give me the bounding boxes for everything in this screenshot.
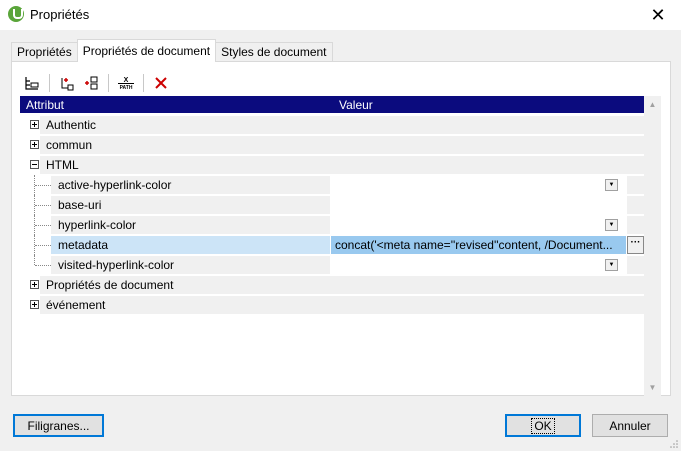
toolbar: X PATH [22,72,171,94]
expand-plus-icon[interactable] [30,300,39,309]
toolbar-separator [49,74,50,92]
extra-cell [627,256,644,274]
tree-line [34,255,35,265]
xpath-icon-label: PATH [120,85,133,91]
extra-cell [627,216,644,234]
tree-view-icon[interactable] [22,73,42,93]
ok-button[interactable]: OK [505,414,581,437]
value-cell[interactable] [331,256,626,274]
row-label: Propriétés de document [46,278,174,292]
row-label: HTML [46,158,79,172]
value-cell[interactable] [331,196,626,214]
ellipsis-button[interactable]: ··· [627,236,644,254]
value-cell[interactable] [331,216,626,234]
row-metadata[interactable]: metadata concat('<meta name=''revised''c… [20,235,644,255]
scroll-down-icon[interactable]: ▼ [644,379,661,396]
toolbar-separator [108,74,109,92]
tab-styles-de-document[interactable]: Styles de document [215,42,333,62]
title-bar: Propriétés ✕ [0,0,681,30]
row-visited-hyperlink-color[interactable]: visited-hyperlink-color ▼ [20,255,644,275]
row-proprietes-de-document[interactable]: Propriétés de document [20,275,644,295]
row-label: commun [46,138,93,152]
attr-cell [40,116,644,134]
tab-proprietes[interactable]: Propriétés [11,42,78,62]
row-label: hyperlink-color [58,218,137,232]
close-button[interactable]: ✕ [635,0,681,30]
tab-panel: X PATH Attribut Valeur ▲ ▼ Authentic com… [11,61,671,396]
row-active-hyperlink-color[interactable]: active-hyperlink-color ▼ [20,175,644,195]
dialog-body: Propriétés Propriétés de document Styles… [0,30,681,451]
expand-plus-icon[interactable] [30,120,39,129]
xpath-icon[interactable]: X PATH [116,73,136,93]
row-label: visited-hyperlink-color [58,258,175,272]
grid-rows: Authentic commun HTML active-hyperlink-c… [20,115,644,315]
annuler-button[interactable]: Annuler [592,414,668,437]
row-label: active-hyperlink-color [58,178,172,192]
extra-cell [627,196,644,214]
scroll-up-icon[interactable]: ▲ [644,96,661,113]
window-title: Propriétés [30,7,90,22]
tab-proprietes-de-document[interactable]: Propriétés de document [76,39,217,62]
collapse-minus-icon[interactable] [30,160,39,169]
dropdown-arrow-icon[interactable]: ▼ [605,259,618,271]
dropdown-arrow-icon[interactable]: ▼ [605,219,618,231]
app-icon [8,6,24,22]
row-commun[interactable]: commun [20,135,644,155]
attr-cell [40,296,644,314]
header-valeur: Valeur [339,98,373,112]
dropdown-arrow-icon[interactable]: ▼ [605,179,618,191]
row-evenement[interactable]: événement [20,295,644,315]
expand-plus-icon[interactable] [30,280,39,289]
row-label: événement [46,298,106,312]
filigranes-button[interactable]: Filigranes... [13,414,104,437]
toolbar-separator [143,74,144,92]
row-base-uri[interactable]: base-uri [20,195,644,215]
metadata-value[interactable]: concat('<meta name=''revised''content, /… [335,238,625,252]
resize-grip-icon[interactable] [669,439,679,449]
expand-plus-icon[interactable] [30,140,39,149]
row-label: base-uri [58,198,102,212]
attr-cell [40,136,644,154]
add-child-icon[interactable] [57,73,77,93]
extra-cell [627,176,644,194]
svg-text:X: X [124,77,129,84]
row-label: Authentic [46,118,97,132]
attr-cell [40,156,644,174]
row-label: metadata [58,238,109,252]
value-cell[interactable] [331,176,626,194]
add-sibling-icon[interactable] [81,73,101,93]
delete-icon[interactable] [151,73,171,93]
header-attribut: Attribut [26,98,65,112]
ok-button-label: OK [531,417,555,434]
properties-grid: Attribut Valeur ▲ ▼ Authentic commun HTM… [20,96,664,396]
row-html[interactable]: HTML [20,155,644,175]
row-authentic[interactable]: Authentic [20,115,644,135]
tab-strip: Propriétés Propriétés de document Styles… [11,39,333,62]
vertical-scrollbar[interactable]: ▲ ▼ [644,96,661,396]
grid-header: Attribut Valeur [20,96,644,113]
row-hyperlink-color[interactable]: hyperlink-color ▼ [20,215,644,235]
